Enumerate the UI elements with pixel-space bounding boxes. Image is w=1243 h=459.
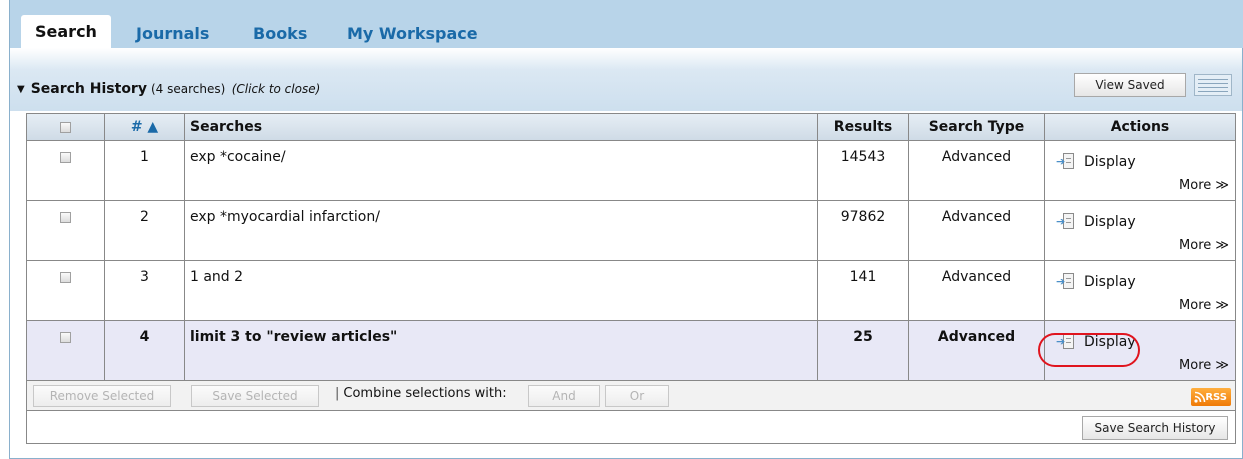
tab-books[interactable]: Books: [253, 19, 307, 48]
display-link[interactable]: ➔ Display: [1056, 151, 1136, 173]
row-checkbox[interactable]: [60, 332, 71, 343]
display-link[interactable]: ➔ Display: [1056, 331, 1136, 353]
rss-feed-button[interactable]: RSS: [1191, 388, 1231, 406]
search-history-panel: ▼ Search History (4 searches) (Click to cl…: [9, 48, 1243, 459]
row-checkbox-cell: [27, 141, 105, 200]
display-link[interactable]: ➔ Display: [1056, 271, 1136, 293]
main-tab-bar: Search Journals Books My Workspace: [9, 0, 1243, 48]
row-actions: ➔ Display More ≫: [1045, 201, 1235, 260]
result-count: 141: [818, 261, 909, 320]
search-type: Advanced: [909, 261, 1045, 320]
remove-selected-button[interactable]: Remove Selected: [33, 385, 171, 407]
search-count: (4 searches): [150, 82, 226, 96]
display-label: Display: [1084, 154, 1136, 170]
combine-or-button[interactable]: Or: [605, 385, 669, 407]
table-row: 2 exp *myocardial infarction/ 97862 Adva…: [27, 201, 1235, 261]
combine-label-text: Combine selections with:: [343, 386, 507, 401]
row-actions: ➔ Display More ≫: [1045, 141, 1235, 200]
search-type: Advanced: [909, 141, 1045, 200]
display-label: Display: [1084, 214, 1136, 230]
rss-icon: [1194, 391, 1206, 403]
display-results-icon: ➔: [1056, 273, 1076, 291]
search-query: 1 and 2: [185, 261, 818, 320]
more-link[interactable]: More ≫: [1179, 358, 1229, 373]
select-all-cell: [27, 114, 105, 140]
row-number: 4: [105, 321, 185, 380]
tab-journals[interactable]: Journals: [136, 19, 209, 48]
row-checkbox-cell: [27, 261, 105, 320]
tab-search[interactable]: Search: [21, 15, 111, 48]
display-link[interactable]: ➔ Display: [1056, 211, 1136, 233]
more-link[interactable]: More ≫: [1179, 238, 1229, 253]
select-all-checkbox[interactable]: [60, 121, 71, 133]
save-search-history-button[interactable]: Save Search History: [1082, 416, 1228, 440]
more-link[interactable]: More ≫: [1179, 178, 1229, 193]
row-actions: ➔ Display More ≫: [1045, 261, 1235, 320]
search-query: exp *cocaine/: [185, 141, 818, 200]
view-saved-button[interactable]: View Saved: [1074, 73, 1186, 97]
more-link[interactable]: More ≫: [1179, 298, 1229, 313]
display-results-icon: ➔: [1056, 153, 1076, 171]
row-checkbox-cell: [27, 321, 105, 380]
list-view-icon[interactable]: [1194, 74, 1232, 96]
row-checkbox[interactable]: [60, 272, 71, 283]
result-count: 14543: [818, 141, 909, 200]
close-hint: (Click to close): [231, 82, 321, 96]
table-row: 4 limit 3 to "review articles" 25 Advanc…: [27, 321, 1235, 381]
combine-and-button[interactable]: And: [528, 385, 600, 407]
row-number: 1: [105, 141, 185, 200]
tab-my-workspace[interactable]: My Workspace: [347, 19, 478, 48]
search-type: Advanced: [909, 321, 1045, 380]
selection-action-bar: Remove Selected Save Selected | Combine s…: [27, 381, 1235, 411]
result-count: 97862: [818, 201, 909, 260]
display-label: Display: [1084, 274, 1136, 290]
row-actions: ➔ Display More ≫: [1045, 321, 1235, 380]
search-history-toggle[interactable]: ▼ Search History (4 searches) (Click to cl…: [17, 81, 320, 97]
searches-header: Searches: [185, 114, 818, 140]
display-label: Display: [1084, 334, 1136, 350]
search-query: limit 3 to "review articles": [185, 321, 818, 380]
table-header-row: # ▲ Searches Results Search Type Actions: [27, 114, 1235, 141]
row-number: 2: [105, 201, 185, 260]
display-results-icon: ➔: [1056, 213, 1076, 231]
rss-label: RSS: [1205, 391, 1227, 403]
actions-header: Actions: [1110, 119, 1170, 135]
combine-selections-label: | Combine selections with:: [335, 386, 507, 401]
collapse-triangle-icon: ▼: [17, 84, 25, 95]
save-selected-button[interactable]: Save Selected: [191, 385, 319, 407]
results-header: Results: [818, 114, 909, 140]
row-checkbox-cell: [27, 201, 105, 260]
search-history-title: Search History: [30, 81, 147, 97]
search-history-header: ▼ Search History (4 searches) (Click to cl…: [10, 48, 1242, 111]
row-checkbox[interactable]: [60, 212, 71, 223]
row-checkbox[interactable]: [60, 152, 71, 163]
sort-by-number-header[interactable]: # ▲: [105, 114, 185, 140]
search-query: exp *myocardial infarction/: [185, 201, 818, 260]
search-type-header: Search Type: [909, 114, 1045, 140]
row-number: 3: [105, 261, 185, 320]
table-row: 1 exp *cocaine/ 14543 Advanced ➔ Display…: [27, 141, 1235, 201]
display-results-icon: ➔: [1056, 333, 1076, 351]
table-row: 3 1 and 2 141 Advanced ➔ Display More ≫: [27, 261, 1235, 321]
result-count: 25: [818, 321, 909, 380]
search-type: Advanced: [909, 201, 1045, 260]
search-history-table: # ▲ Searches Results Search Type Actions…: [26, 113, 1236, 444]
